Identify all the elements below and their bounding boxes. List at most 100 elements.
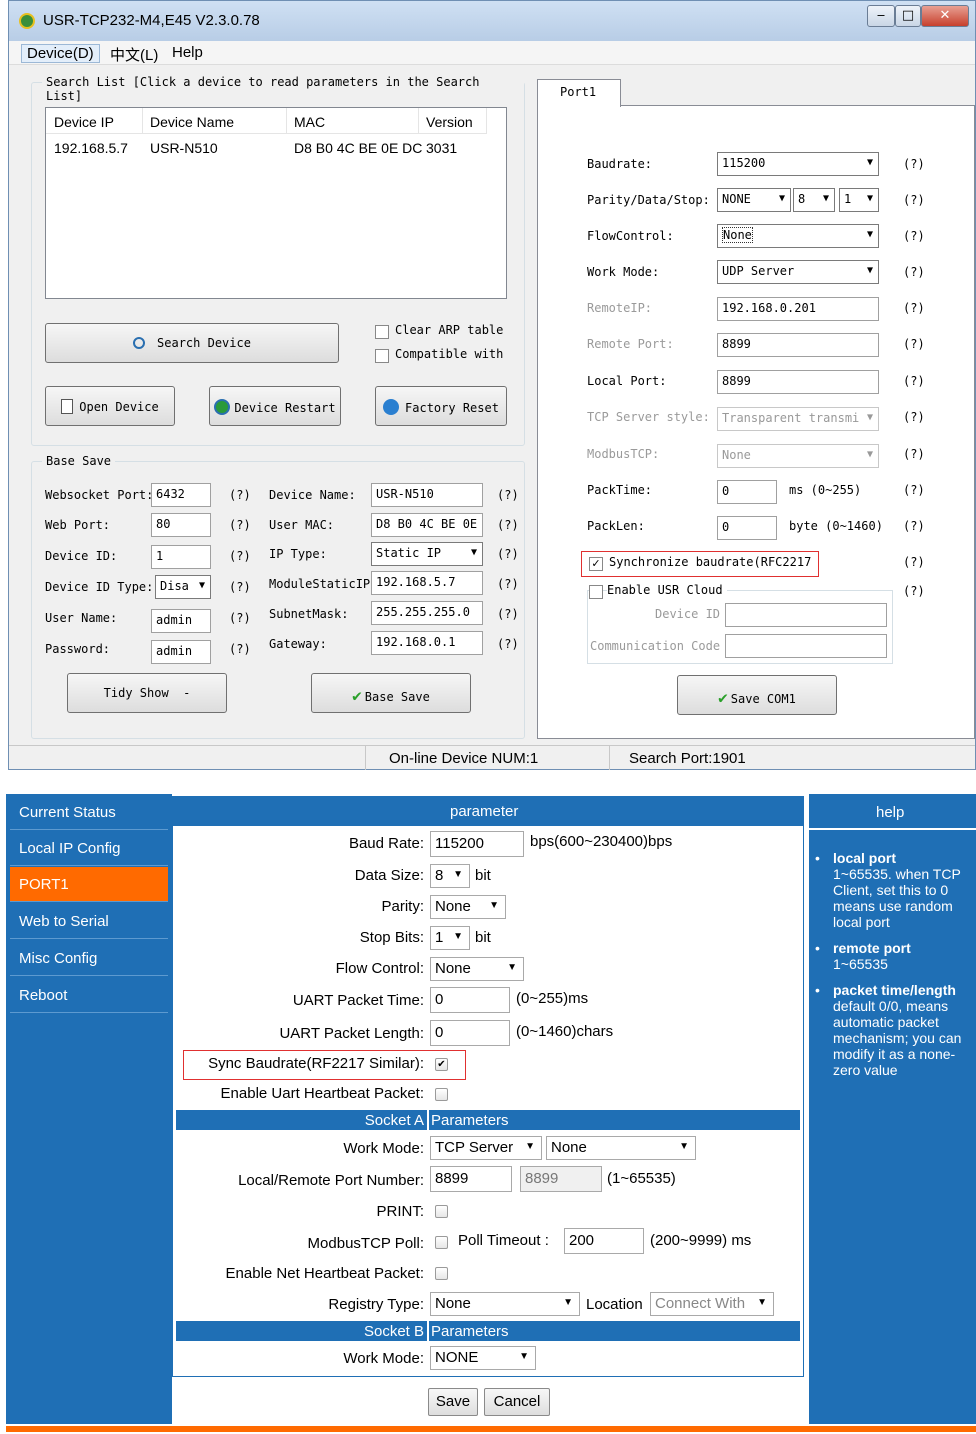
menu-chinese[interactable]: 中文(L)	[105, 44, 163, 65]
subnet-mask-help[interactable]: (?)	[497, 607, 519, 621]
nav-web-to-serial[interactable]: Web to Serial	[10, 904, 168, 939]
menu-help[interactable]: Help	[167, 44, 208, 61]
nav-current-status[interactable]: Current Status	[10, 795, 168, 830]
sync-baudrate-checkbox[interactable]: ✓	[589, 557, 603, 571]
usr-cloud-checkbox[interactable]	[589, 585, 603, 599]
work-mode-sub-select[interactable]: None ▼	[546, 1136, 696, 1160]
header-device-name[interactable]: Device Name	[150, 114, 234, 130]
web-port-help[interactable]: (?)	[229, 518, 251, 532]
parity-help[interactable]: (?)	[903, 193, 925, 207]
local-port-input-web[interactable]: 8899	[430, 1166, 512, 1192]
work-mode-help[interactable]: (?)	[903, 265, 925, 279]
data-size-select[interactable]: 8 ▼	[430, 864, 470, 888]
save-button[interactable]: Save	[428, 1388, 478, 1416]
nav-reboot[interactable]: Reboot	[10, 978, 168, 1013]
header-version[interactable]: Version	[426, 114, 473, 130]
baud-rate-input[interactable]: 115200	[430, 831, 524, 857]
web-port-input[interactable]: 80	[151, 513, 211, 537]
flow-control-help[interactable]: (?)	[903, 229, 925, 243]
device-id-help[interactable]: (?)	[229, 549, 251, 563]
save-com1-button[interactable]: ✔ Save COM1	[677, 675, 837, 715]
password-help[interactable]: (?)	[229, 642, 251, 656]
pack-time-help[interactable]: (?)	[903, 483, 925, 497]
parity-select-web[interactable]: None ▼	[430, 895, 506, 919]
remote-ip-input[interactable]: 192.168.0.201	[717, 297, 879, 321]
device-restart-button[interactable]: Device Restart	[209, 386, 341, 426]
module-static-ip-input[interactable]: 192.168.5.7	[371, 571, 483, 595]
data-bits-select[interactable]: 8 ▼	[793, 188, 835, 212]
device-row[interactable]: 192.168.5.7 USR-N510 D8 B0 4C BE 0E DC 3…	[46, 138, 486, 158]
user-name-input[interactable]: admin	[151, 609, 211, 633]
maximize-button[interactable]: □	[895, 5, 921, 27]
local-port-input[interactable]: 8899	[717, 370, 879, 394]
pack-time-input[interactable]: 0	[717, 480, 777, 504]
minimize-button[interactable]: ‒	[867, 5, 895, 27]
compatible-checkbox[interactable]	[375, 349, 389, 363]
print-checkbox[interactable]	[435, 1205, 448, 1218]
tcp-server-style-select[interactable]: Transparent transmi ▼	[717, 407, 879, 431]
gateway-input[interactable]: 192.168.0.1	[371, 631, 483, 655]
ip-type-help[interactable]: (?)	[497, 547, 519, 561]
baudrate-select[interactable]: 115200 ▼	[717, 152, 879, 176]
close-button[interactable]: ✕	[921, 5, 969, 27]
uart-packet-length-input[interactable]: 0	[430, 1020, 510, 1046]
pack-len-input[interactable]: 0	[717, 516, 777, 540]
usr-cloud-help[interactable]: (?)	[903, 584, 925, 598]
sync-baudrate-checkbox-web[interactable]: ✔	[435, 1058, 448, 1071]
websocket-help[interactable]: (?)	[229, 488, 251, 502]
device-id-type-select[interactable]: Disa ▼	[155, 575, 211, 599]
device-id-input[interactable]: 1	[151, 545, 211, 569]
gateway-help[interactable]: (?)	[497, 637, 519, 651]
password-input[interactable]: admin	[151, 640, 211, 664]
nav-misc-config[interactable]: Misc Config	[10, 941, 168, 976]
baudrate-help[interactable]: (?)	[903, 157, 925, 171]
user-mac-help[interactable]: (?)	[497, 518, 519, 532]
cloud-device-id-input[interactable]	[725, 603, 887, 627]
websocket-port-input[interactable]: 6432	[151, 483, 211, 507]
location-select[interactable]: Connect With ▼	[650, 1292, 774, 1316]
local-port-help[interactable]: (?)	[903, 374, 925, 388]
module-static-ip-help[interactable]: (?)	[497, 577, 519, 591]
nav-local-ip-config[interactable]: Local IP Config	[10, 831, 168, 866]
parity-select[interactable]: NONE ▼	[717, 188, 791, 212]
tidy-show-button[interactable]: Tidy Show -	[67, 673, 227, 713]
user-name-help[interactable]: (?)	[229, 611, 251, 625]
flow-control-select-web[interactable]: None ▼	[430, 957, 524, 981]
stop-bits-select[interactable]: 1 ▼	[839, 188, 879, 212]
device-name-help[interactable]: (?)	[497, 488, 519, 502]
uart-packet-time-input[interactable]: 0	[430, 987, 510, 1013]
header-mac[interactable]: MAC	[294, 114, 325, 130]
open-device-button[interactable]: Open Device	[45, 386, 175, 426]
clear-arp-checkbox[interactable]	[375, 325, 389, 339]
work-mode-b-select[interactable]: NONE ▼	[430, 1346, 536, 1370]
base-save-button[interactable]: ✔ Base Save	[311, 673, 471, 713]
header-device-ip[interactable]: Device IP	[54, 114, 114, 130]
factory-reset-button[interactable]: Factory Reset	[375, 386, 507, 426]
remote-port-input[interactable]: 8899	[717, 333, 879, 357]
pack-len-help[interactable]: (?)	[903, 519, 925, 533]
work-mode-select-web[interactable]: TCP Server ▼	[430, 1136, 542, 1160]
user-mac-input[interactable]: D8 B0 4C BE 0E	[371, 513, 483, 537]
flow-control-select[interactable]: None ▼	[717, 224, 879, 248]
port1-tab[interactable]: Port1	[537, 79, 621, 107]
cloud-code-input[interactable]	[725, 634, 887, 658]
device-name-input[interactable]: USR-N510	[371, 483, 483, 507]
remote-port-input-web[interactable]: 8899	[520, 1166, 602, 1192]
modbus-poll-checkbox[interactable]	[435, 1236, 448, 1249]
uart-heartbeat-checkbox[interactable]	[435, 1088, 448, 1101]
search-device-button[interactable]: Search Device	[45, 323, 339, 363]
cancel-button[interactable]: Cancel	[484, 1388, 550, 1416]
stop-bits-select-web[interactable]: 1 ▼	[430, 926, 470, 950]
remote-ip-help[interactable]: (?)	[903, 301, 925, 315]
menu-device[interactable]: Device(D)	[21, 44, 100, 63]
device-id-type-help[interactable]: (?)	[229, 580, 251, 594]
sync-baudrate-help[interactable]: (?)	[903, 555, 925, 569]
modbus-tcp-help[interactable]: (?)	[903, 447, 925, 461]
work-mode-select[interactable]: UDP Server ▼	[717, 260, 879, 284]
remote-port-help[interactable]: (?)	[903, 337, 925, 351]
tcp-server-style-help[interactable]: (?)	[903, 410, 925, 424]
modbus-tcp-select[interactable]: None ▼	[717, 444, 879, 468]
subnet-mask-input[interactable]: 255.255.255.0	[371, 601, 483, 625]
poll-timeout-input[interactable]: 200	[564, 1228, 644, 1254]
registry-type-select[interactable]: None ▼	[430, 1292, 580, 1316]
